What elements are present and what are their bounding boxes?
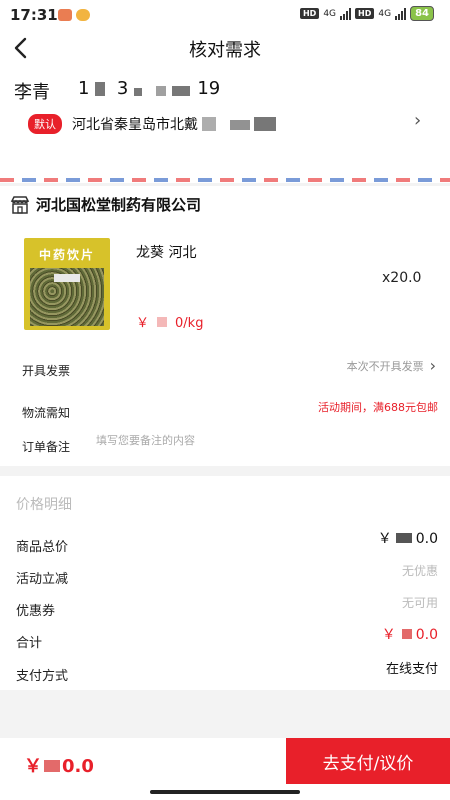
address-line: 河北省秦皇岛市北戴: [72, 117, 198, 133]
app-notification-icon: [76, 9, 90, 21]
shop-name: 河北国松堂制药有限公司: [36, 196, 202, 214]
home-indicator: [150, 790, 300, 794]
address-mosaic: [202, 117, 216, 131]
payment-method-label: 支付方式: [16, 669, 69, 684]
phone-mosaic: [134, 88, 143, 96]
bottom-total-price: ￥ 0.0: [24, 752, 94, 778]
page-title: 核对需求: [189, 40, 261, 61]
product-title: 龙葵 河北: [136, 245, 197, 261]
chevron-right-icon: ›: [414, 110, 422, 131]
goods-total-value: ￥ 0.0: [378, 528, 438, 548]
coupon-label: 优惠券: [16, 604, 56, 619]
product-image[interactable]: 中药饮片: [24, 238, 110, 330]
promo-label: 活动立减: [16, 572, 69, 587]
address-text: 河北省秦皇岛市北戴: [72, 114, 276, 134]
store-icon: [10, 196, 30, 214]
price-mosaic: [157, 317, 168, 327]
shipping-label: 物流需知: [22, 406, 71, 420]
phone-digit: 3: [116, 78, 129, 99]
price-suffix: 0.0: [415, 531, 438, 547]
product-price: ￥ 0/kg: [136, 312, 203, 331]
address-mosaic: [254, 117, 276, 131]
signal-icon: [395, 7, 407, 20]
remark-input[interactable]: [96, 434, 396, 447]
price-mosaic: [401, 629, 412, 639]
network-type: 4G: [323, 8, 337, 19]
price-suffix: 0.0: [62, 756, 94, 777]
price-mosaic: [44, 760, 60, 772]
hd-icon: HD: [299, 8, 320, 19]
app-notification-icon: [58, 9, 72, 21]
invoice-value: 本次不开具发票: [346, 359, 424, 373]
battery-icon: 84: [410, 6, 434, 21]
phone-digit: 19: [197, 78, 221, 99]
remark-label: 订单备注: [22, 440, 71, 454]
price-suffix: 0.0: [415, 627, 438, 643]
price-prefix: ￥: [381, 627, 396, 643]
status-indicators: HD 4G HD 4G 84: [299, 6, 434, 21]
promo-value: 无优惠: [401, 564, 438, 578]
shipping-notice: 活动期间，满688元包邮: [318, 401, 438, 414]
sum-label: 合计: [16, 636, 43, 651]
product-image-label: [54, 274, 80, 282]
product-quantity: x20.0: [382, 270, 422, 286]
network-type: 4G: [378, 8, 392, 19]
price-mosaic: [395, 533, 412, 543]
hd-icon: HD: [355, 8, 375, 19]
status-time: 17:31: [10, 6, 58, 24]
address-divider-stripe: [0, 178, 450, 182]
product-image-caption: 中药饮片: [38, 248, 95, 262]
price-prefix: ￥: [24, 756, 42, 777]
sum-value: ￥ 0.0: [382, 624, 438, 644]
price-detail-title: 价格明细: [16, 497, 72, 513]
default-address-badge: 默认: [28, 114, 62, 134]
phone-digit: 1: [78, 78, 90, 99]
phone-mosaic: [155, 86, 166, 96]
invoice-selector[interactable]: 本次不开具发票 ›: [347, 356, 436, 375]
price-prefix: ￥: [377, 531, 392, 547]
pay-button[interactable]: 去支付/议价: [286, 738, 450, 784]
price-suffix: 0/kg: [175, 316, 204, 331]
phone-mosaic: [95, 82, 106, 96]
chevron-right-icon: ›: [429, 356, 436, 375]
coupon-value[interactable]: 无可用: [402, 594, 438, 611]
goods-total-label: 商品总价: [16, 540, 69, 555]
phone-mosaic: [171, 86, 190, 96]
invoice-label: 开具发票: [22, 364, 71, 378]
recipient-name: 李青: [14, 82, 50, 103]
recipient-phone: 1 3 19: [78, 78, 220, 99]
signal-icon: [340, 7, 352, 20]
payment-method-value[interactable]: 在线支付: [386, 658, 438, 677]
price-prefix: ￥: [136, 316, 150, 331]
address-mosaic: [230, 120, 250, 130]
